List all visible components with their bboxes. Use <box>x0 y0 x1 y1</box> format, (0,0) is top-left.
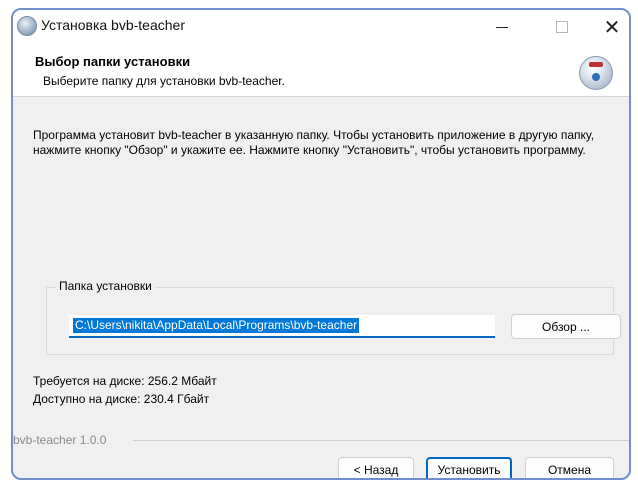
close-icon: ✕ <box>603 16 621 39</box>
space-required: Требуется на диске: 256.2 Мбайт <box>33 374 217 388</box>
installer-window: Установка bvb-teacher ✕ Выбор папки уста… <box>11 8 631 480</box>
close-button[interactable]: ✕ <box>589 10 629 44</box>
browse-button[interactable]: Обзор ... <box>511 314 621 339</box>
install-path-value: C:\Users\nikita\AppData\Local\Programs\b… <box>73 318 360 333</box>
cancel-button[interactable]: Отмена <box>525 457 614 478</box>
window-title: Установка bvb-teacher <box>41 17 185 33</box>
instructions-text: Программа установит bvb-teacher в указан… <box>33 128 595 157</box>
install-folder-group: Папка установки C:\Users\nikita\AppData\… <box>46 279 621 355</box>
branding-divider <box>133 440 629 441</box>
space-available: Доступно на диске: 230.4 Гбайт <box>33 392 210 406</box>
page-subtitle: Выберите папку для установки bvb-teacher… <box>43 74 285 88</box>
back-button[interactable]: < Назад <box>338 457 414 478</box>
title-bar[interactable]: Установка bvb-teacher ✕ <box>13 10 629 44</box>
minimize-button[interactable] <box>479 10 525 44</box>
maximize-icon <box>556 21 568 33</box>
install-path-input[interactable]: C:\Users\nikita\AppData\Local\Programs\b… <box>69 315 495 338</box>
minimize-icon <box>496 26 508 28</box>
branding-text: bvb-teacher 1.0.0 <box>13 433 107 447</box>
install-folder-legend: Папка установки <box>56 279 155 293</box>
install-button[interactable]: Установить <box>426 457 512 478</box>
page-header: Выбор папки установки Выберите папку для… <box>13 44 629 97</box>
branding: bvb-teacher 1.0.0 <box>13 433 629 447</box>
installer-disk-icon <box>579 56 613 90</box>
installer-globe-icon <box>17 16 37 36</box>
page-title: Выбор папки установки <box>35 54 191 69</box>
maximize-button <box>539 10 585 44</box>
